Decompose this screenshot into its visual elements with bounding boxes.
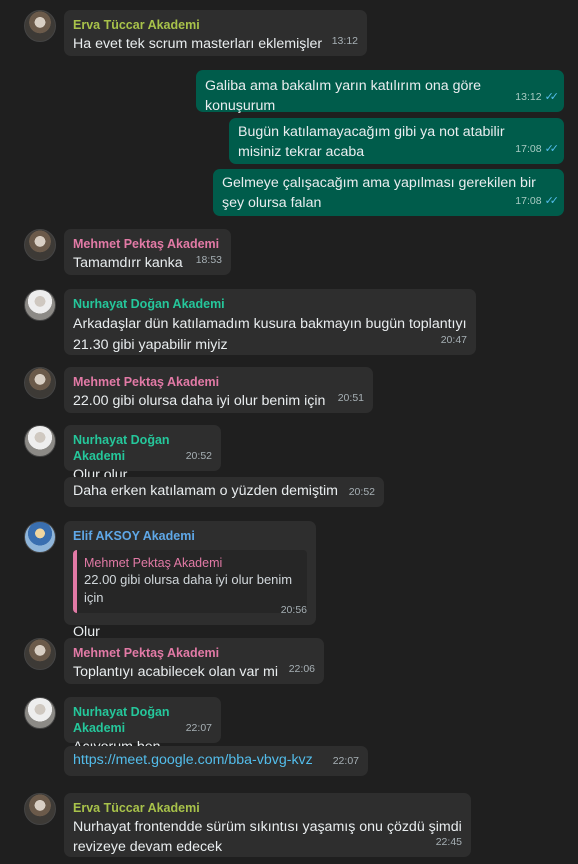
avatar-nurhayat[interactable]: [24, 697, 56, 729]
message-text: 22.00 gibi olursa daha iyi olur benim iç…: [73, 393, 326, 409]
message-time: 22:45: [435, 835, 462, 848]
sender-name[interactable]: Erva Tüccar Akademi: [73, 17, 358, 33]
message-incoming[interactable]: Elif AKSOY Akademi Mehmet Pektaş Akademi…: [64, 521, 316, 640]
avatar-mehmet[interactable]: [24, 229, 56, 261]
read-ticks-icon: ✓✓: [544, 142, 560, 155]
message-time: 20:47: [440, 333, 467, 346]
quoted-message[interactable]: Mehmet Pektaş Akademi 22.00 gibi olursa …: [73, 550, 307, 613]
meet-link[interactable]: https://meet.google.com/bba-vbvg-kvz: [73, 751, 359, 771]
message-time: 22:07: [185, 721, 212, 734]
message-text: Arkadaşlar dün katılamadım kusura bakmay…: [73, 316, 467, 353]
message-text: Gelmeye çalışacağım ama yapılması gereki…: [222, 175, 536, 211]
message-time: 13:12: [331, 34, 358, 47]
chat-area[interactable]: Erva Tüccar Akademi Ha evet tek scrum ma…: [0, 0, 578, 864]
quote-sender: Mehmet Pektaş Akademi: [84, 556, 223, 570]
read-ticks-icon: ✓✓: [544, 90, 560, 103]
read-ticks-icon: ✓✓: [544, 194, 560, 207]
avatar-nurhayat[interactable]: [24, 289, 56, 321]
message-time: 20:52: [185, 449, 212, 462]
message-time: 22:06: [288, 662, 315, 675]
message-outgoing[interactable]: Galiba ama bakalım yarın katılırım ona g…: [196, 70, 564, 114]
sender-name[interactable]: Erva Tüccar Akademi: [73, 800, 462, 816]
message-incoming[interactable]: Daha erken katılamam o yüzden demiştim 2…: [64, 477, 384, 507]
sender-name[interactable]: Elif AKSOY Akademi: [73, 528, 307, 544]
message-incoming[interactable]: Nurhayat Doğan Akademi Açıyorum ben 22:0…: [64, 697, 221, 755]
avatar-erva[interactable]: [24, 10, 56, 42]
message-outgoing[interactable]: Gelmeye çalışacağım ama yapılması gereki…: [213, 169, 564, 216]
message-text: Bugün katılamayacağım gibi ya not atabil…: [238, 124, 505, 160]
message-time: 20:52: [348, 485, 375, 498]
message-text: Toplantıyı acabilecek olan var mi: [73, 664, 279, 680]
message-text: Ha evet tek scrum masterları eklemişler: [73, 36, 323, 52]
message-text: Nurhayat frontendde sürüm sıkıntısı yaşa…: [73, 819, 462, 855]
message-time: 20:56: [280, 603, 307, 616]
message-incoming[interactable]: Mehmet Pektaş Akademi 22.00 gibi olursa …: [64, 367, 373, 413]
avatar-mehmet[interactable]: [24, 638, 56, 670]
message-incoming[interactable]: Erva Tüccar Akademi Nurhayat frontendde …: [64, 793, 471, 857]
message-time: 17:08: [515, 194, 542, 207]
avatar-erva[interactable]: [24, 793, 56, 825]
sender-name[interactable]: Mehmet Pektaş Akademi: [73, 374, 364, 390]
sender-name[interactable]: Mehmet Pektaş Akademi: [73, 645, 315, 661]
message-time: 22:07: [332, 754, 359, 767]
message-incoming[interactable]: Erva Tüccar Akademi Ha evet tek scrum ma…: [64, 10, 367, 56]
message-text: Daha erken katılamam o yüzden demiştim: [73, 483, 338, 499]
avatar-elif[interactable]: [24, 521, 56, 553]
message-incoming[interactable]: Mehmet Pektaş Akademi Tamamdırr kanka 18…: [64, 229, 231, 275]
message-incoming[interactable]: Mehmet Pektaş Akademi Toplantıyı acabile…: [64, 638, 324, 684]
avatar-nurhayat[interactable]: [24, 425, 56, 457]
message-time: 20:51: [337, 391, 364, 404]
message-incoming[interactable]: Nurhayat Doğan Akademi Olur olur 20:52: [64, 425, 221, 483]
message-time: 13:12: [515, 90, 542, 103]
message-time: 17:08: [515, 142, 542, 155]
message-incoming[interactable]: Nurhayat Doğan Akademi Arkadaşlar dün ka…: [64, 289, 476, 355]
quote-text: 22.00 gibi olursa daha iyi olur benim iç…: [84, 572, 293, 605]
message-outgoing[interactable]: Bugün katılamayacağım gibi ya not atabil…: [229, 118, 564, 164]
message-incoming[interactable]: https://meet.google.com/bba-vbvg-kvz 22:…: [64, 746, 368, 776]
sender-name[interactable]: Nurhayat Doğan Akademi: [73, 296, 467, 312]
avatar-mehmet[interactable]: [24, 367, 56, 399]
message-time: 18:53: [195, 253, 222, 266]
message-text: Galiba ama bakalım yarın katılırım ona g…: [205, 78, 481, 114]
